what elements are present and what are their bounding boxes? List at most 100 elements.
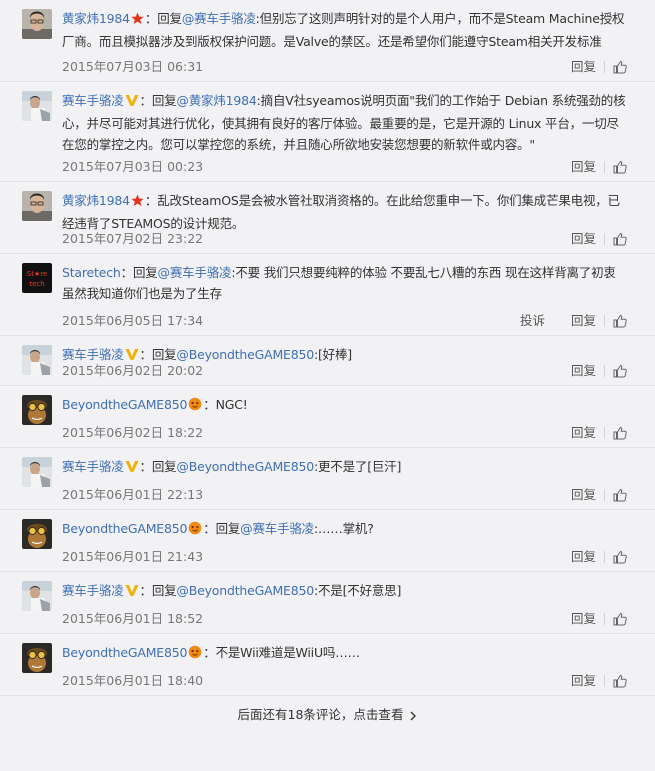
- star-badge-icon: [131, 10, 144, 31]
- reply-button[interactable]: 回复: [571, 309, 596, 333]
- fan-badge-icon: [188, 396, 202, 417]
- chevron-right-icon: [409, 698, 417, 736]
- verified-v-icon: [125, 458, 139, 479]
- comment-text: 赛车手骆凌 ：回复@BeyondtheGAME850:更不是了[巨汗]: [62, 456, 627, 479]
- comment-body: NGC!: [215, 397, 248, 412]
- comment-timestamp: 2015年06月05日 17:34: [62, 313, 204, 328]
- verified-v-icon: [125, 582, 139, 603]
- thumbs-up-icon: [613, 426, 627, 440]
- svg-text:St★re: St★re: [27, 270, 48, 278]
- avatar[interactable]: [22, 9, 52, 39]
- username-link[interactable]: 黄家炜1984: [62, 193, 130, 208]
- comment-text: BeyondtheGAME850 ：NGC!: [62, 394, 627, 417]
- comment-item: 赛车手骆凌 ：回复@BeyondtheGAME850:不是[不好意思] 2015年…: [0, 572, 655, 634]
- divider: [604, 489, 605, 501]
- divider: [604, 675, 605, 687]
- username-link[interactable]: 赛车手骆凌: [62, 93, 124, 108]
- comment-timestamp: 2015年07月03日 00:23: [62, 159, 204, 174]
- divider: [604, 551, 605, 563]
- mention-link[interactable]: @赛车手骆凌: [182, 11, 256, 26]
- comment-prefix: ：: [144, 193, 158, 208]
- avatar[interactable]: [22, 345, 52, 375]
- avatar[interactable]: St★re tech: [22, 263, 52, 293]
- reply-button[interactable]: 回复: [571, 607, 596, 631]
- avatar[interactable]: [22, 643, 52, 673]
- more-comments-link[interactable]: 后面还有18条评论，点击查看: [0, 696, 655, 734]
- thumbs-up-icon: [613, 60, 627, 74]
- username-link[interactable]: 赛车手骆凌: [62, 583, 124, 598]
- reply-button[interactable]: 回复: [571, 155, 596, 179]
- like-button[interactable]: [613, 550, 627, 564]
- like-button[interactable]: [613, 612, 627, 626]
- verified-v-icon: [125, 92, 139, 113]
- star-badge-icon: [131, 192, 144, 213]
- like-button[interactable]: [613, 674, 627, 688]
- avatar[interactable]: [22, 457, 52, 487]
- like-button[interactable]: [613, 488, 627, 502]
- username-link[interactable]: 黄家炜1984: [62, 11, 130, 26]
- svg-text:tech: tech: [29, 280, 44, 288]
- comment-body: :……掌机?: [313, 521, 374, 536]
- comment-timestamp: 2015年07月03日 06:31: [62, 59, 204, 74]
- reply-button[interactable]: 回复: [571, 227, 596, 251]
- comment-prefix: ：回复: [120, 265, 158, 280]
- comment-text: 赛车手骆凌 ：回复@BeyondtheGAME850:不是[不好意思]: [62, 580, 627, 603]
- mention-link[interactable]: @BeyondtheGAME850: [176, 459, 314, 474]
- divider: [604, 161, 605, 173]
- comment-text: BeyondtheGAME850 ：不是Wii难道是WiiU吗……: [62, 642, 627, 665]
- username-link[interactable]: Staretech: [62, 265, 121, 280]
- username-link[interactable]: BeyondtheGAME850: [62, 645, 187, 660]
- divider: [604, 61, 605, 73]
- more-comments-label: 后面还有18条评论，点击查看: [237, 707, 404, 722]
- like-button[interactable]: [613, 426, 627, 440]
- like-button[interactable]: [613, 60, 627, 74]
- comment-body: 不是Wii难道是WiiU吗……: [215, 645, 360, 660]
- comment-prefix: ：: [203, 397, 216, 412]
- comment-body: :不是[不好意思]: [313, 583, 402, 598]
- mention-link[interactable]: @黄家炜1984: [176, 93, 256, 108]
- comment-item: 赛车手骆凌 ：回复@黄家炜1984:摘自V社syeamos说明页面"我们的工作始于…: [0, 82, 655, 182]
- comment-body: :更不是了[巨汗]: [313, 459, 402, 474]
- reply-button[interactable]: 回复: [571, 421, 596, 445]
- mention-link[interactable]: @赛车手骆凌: [240, 521, 314, 536]
- comment-timestamp: 2015年06月01日 22:13: [62, 487, 204, 502]
- like-button[interactable]: [613, 160, 627, 174]
- username-link[interactable]: BeyondtheGAME850: [62, 397, 187, 412]
- username-link[interactable]: 赛车手骆凌: [62, 459, 124, 474]
- avatar[interactable]: [22, 581, 52, 611]
- divider: [604, 427, 605, 439]
- comment-prefix: ：回复: [139, 583, 177, 598]
- mention-link[interactable]: @BeyondtheGAME850: [176, 583, 314, 598]
- username-link[interactable]: BeyondtheGAME850: [62, 521, 187, 536]
- reply-button[interactable]: 回复: [571, 359, 596, 383]
- comment-text: BeyondtheGAME850 ：回复@赛车手骆凌:……掌机?: [62, 518, 627, 541]
- comment-timestamp: 2015年07月02日 23:22: [62, 231, 204, 246]
- comment-text: Staretech：回复@赛车手骆凌:不要 我们只想要纯粹的体验 不要乱七八糟的…: [62, 262, 627, 304]
- report-button[interactable]: 投诉: [520, 313, 545, 328]
- avatar[interactable]: [22, 191, 52, 221]
- reply-button[interactable]: 回复: [571, 669, 596, 693]
- comment-text: 黄家炜1984 ：回复@赛车手骆凌:但别忘了这则声明针对的是个人用户，而不是Ste…: [62, 8, 627, 52]
- thumbs-up-icon: [613, 612, 627, 626]
- comment-item: BeyondtheGAME850 ：NGC! 2015年06月02日 18:22 …: [0, 386, 655, 448]
- reply-button[interactable]: 回复: [571, 55, 596, 79]
- avatar[interactable]: [22, 519, 52, 549]
- comment-list: 黄家炜1984 ：回复@赛车手骆凌:但别忘了这则声明针对的是个人用户，而不是Ste…: [0, 0, 655, 696]
- like-button[interactable]: [613, 364, 627, 378]
- thumbs-up-icon: [613, 674, 627, 688]
- like-button[interactable]: [613, 232, 627, 246]
- reply-button[interactable]: 回复: [571, 545, 596, 569]
- comment-prefix: ：: [203, 645, 216, 660]
- comment-item: St★re tech Staretech：回复@赛车手骆凌:不要 我们只想要纯粹的…: [0, 254, 655, 336]
- avatar[interactable]: [22, 395, 52, 425]
- reply-button[interactable]: 回复: [571, 483, 596, 507]
- comment-item: 赛车手骆凌 ：回复@BeyondtheGAME850:[好棒] 2015年06月0…: [0, 336, 655, 386]
- comment-prefix: ：回复: [203, 521, 241, 536]
- comment-timestamp: 2015年06月01日 18:52: [62, 611, 204, 626]
- comment-item: BeyondtheGAME850 ：回复@赛车手骆凌:……掌机? 2015年06月…: [0, 510, 655, 572]
- comment-prefix: ：回复: [144, 11, 182, 26]
- mention-link[interactable]: @赛车手骆凌: [158, 265, 232, 280]
- like-button[interactable]: [613, 314, 627, 328]
- fan-badge-icon: [188, 644, 202, 665]
- avatar[interactable]: [22, 91, 52, 121]
